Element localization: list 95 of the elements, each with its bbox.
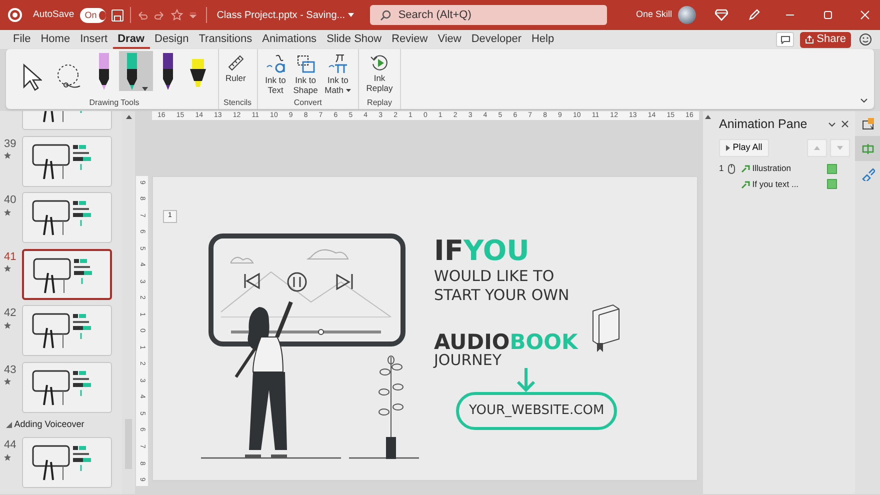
slide-number: 39 bbox=[4, 136, 18, 152]
document-title[interactable]: Class Project.pptx - Saving... bbox=[216, 8, 354, 22]
group-label: Convert bbox=[292, 97, 323, 109]
caret-icon[interactable] bbox=[142, 87, 148, 91]
redo-icon[interactable] bbox=[154, 9, 166, 21]
smiley-icon[interactable] bbox=[859, 33, 872, 46]
animation-star-icon bbox=[4, 378, 11, 385]
menu-tab[interactable]: Insert bbox=[75, 30, 113, 49]
menu-tab[interactable]: Help bbox=[526, 30, 560, 49]
user-name[interactable]: One Skill bbox=[636, 8, 672, 22]
menu-tab[interactable]: Design bbox=[150, 30, 194, 49]
share-icon bbox=[804, 35, 814, 44]
save-icon[interactable] bbox=[111, 8, 124, 22]
effect-icon bbox=[740, 180, 750, 189]
timing-bar bbox=[827, 164, 837, 174]
slide-text: START YOUR OWN bbox=[434, 288, 570, 303]
timing-bar bbox=[827, 179, 837, 190]
slide-number: 44 bbox=[4, 438, 18, 453]
ink-to-shape-icon bbox=[294, 53, 317, 75]
scroll-up-icon[interactable] bbox=[705, 115, 711, 119]
menu-tab[interactable]: Home bbox=[36, 30, 76, 49]
customize-caret-icon[interactable] bbox=[188, 11, 197, 19]
ribbon-button[interactable]: Ruler bbox=[224, 51, 248, 85]
play-all-button[interactable]: Play All bbox=[719, 139, 770, 157]
star-icon[interactable] bbox=[171, 9, 184, 21]
selected-tool-background[interactable] bbox=[119, 51, 153, 91]
search-field[interactable]: Search (Alt+Q) bbox=[370, 5, 608, 25]
search-icon bbox=[380, 10, 392, 21]
comments-button[interactable] bbox=[776, 32, 794, 47]
ruler-icon bbox=[226, 53, 246, 73]
slide-number: 41 bbox=[4, 250, 18, 264]
share-button[interactable]: Share bbox=[800, 32, 851, 48]
pen-icon[interactable] bbox=[97, 53, 111, 91]
comment-icon bbox=[780, 36, 790, 44]
slide-heading: IFYOU bbox=[434, 237, 530, 265]
menu-tab[interactable]: Animations bbox=[257, 30, 322, 49]
section-title[interactable]: Adding Voiceover bbox=[14, 418, 84, 432]
diamond-icon[interactable] bbox=[715, 9, 728, 21]
format-pane-icon bbox=[860, 166, 874, 180]
menu-tab[interactable]: Review bbox=[386, 30, 433, 49]
menu-tab[interactable]: View bbox=[432, 30, 466, 49]
close-icon[interactable] bbox=[841, 120, 849, 128]
slide-text: JOURNEY bbox=[434, 353, 502, 368]
animation-item[interactable]: Illustration bbox=[752, 162, 824, 175]
slide-thumbnail[interactable] bbox=[22, 248, 112, 300]
animation-star-icon bbox=[4, 208, 11, 216]
ink-to-math-icon bbox=[326, 53, 349, 75]
ribbon-button[interactable]: Ink to Text bbox=[262, 51, 289, 97]
slide-text: WOULD LIKE TO bbox=[434, 269, 554, 284]
caret-icon bbox=[348, 13, 354, 17]
pen-icon[interactable] bbox=[124, 53, 139, 91]
menu-tab[interactable]: Transitions bbox=[194, 30, 258, 49]
slide-number: 40 bbox=[4, 193, 18, 208]
website-label[interactable]: YOUR_WEBSITE.COM bbox=[456, 392, 618, 430]
autosave-label: AutoSave bbox=[33, 8, 74, 22]
ink-to-text-icon bbox=[264, 53, 287, 75]
autosave-toggle[interactable]: On bbox=[80, 8, 106, 22]
pen-icon[interactable] bbox=[161, 53, 176, 91]
group-label: Replay bbox=[366, 97, 393, 109]
animation-pane-icon bbox=[860, 142, 874, 156]
animation-star-icon bbox=[4, 322, 11, 328]
menu-tab[interactable]: Slide Show bbox=[322, 30, 387, 49]
animation-star-icon bbox=[4, 152, 11, 159]
slide-heading: AUDIOBOOK bbox=[434, 332, 578, 353]
undo-icon[interactable] bbox=[136, 9, 148, 21]
up-arrow-icon bbox=[814, 146, 820, 150]
avatar[interactable] bbox=[678, 6, 696, 24]
animation-item[interactable]: If you text ... bbox=[752, 178, 824, 190]
caret-icon[interactable] bbox=[828, 122, 836, 127]
group-label: Drawing Tools bbox=[88, 97, 140, 109]
app-logo-icon[interactable] bbox=[8, 8, 22, 22]
play-icon bbox=[726, 145, 730, 151]
animation-star-icon bbox=[4, 454, 11, 460]
group-label: Stencils bbox=[224, 97, 252, 109]
restore-icon[interactable] bbox=[822, 10, 832, 20]
menu-tab[interactable]: Developer bbox=[466, 30, 526, 49]
ribbon-button[interactable]: Ink to Math bbox=[322, 51, 354, 97]
replay-icon bbox=[370, 53, 390, 73]
slide-number: 42 bbox=[4, 306, 18, 321]
animation-order: 1 bbox=[719, 162, 725, 175]
animation-star-icon bbox=[4, 265, 11, 272]
slide-number: 43 bbox=[4, 362, 18, 378]
selection-pane-icon bbox=[860, 116, 874, 130]
menu-tab[interactable]: Draw bbox=[112, 30, 150, 49]
pane-title: Animation Pane bbox=[719, 116, 808, 133]
collapse-ribbon-icon[interactable] bbox=[860, 98, 868, 103]
pointer-icon[interactable] bbox=[22, 63, 42, 91]
ribbon-button[interactable]: Ink to Shape bbox=[291, 51, 320, 97]
scroll-up-icon[interactable] bbox=[126, 115, 132, 119]
effect-icon bbox=[740, 164, 750, 174]
ribbon-button[interactable]: Ink Replay bbox=[364, 51, 395, 95]
arrow-icon bbox=[516, 368, 536, 392]
collapse-triangle-icon[interactable] bbox=[6, 422, 12, 428]
down-arrow-icon bbox=[836, 146, 842, 150]
menu-tab[interactable]: File bbox=[8, 30, 36, 49]
